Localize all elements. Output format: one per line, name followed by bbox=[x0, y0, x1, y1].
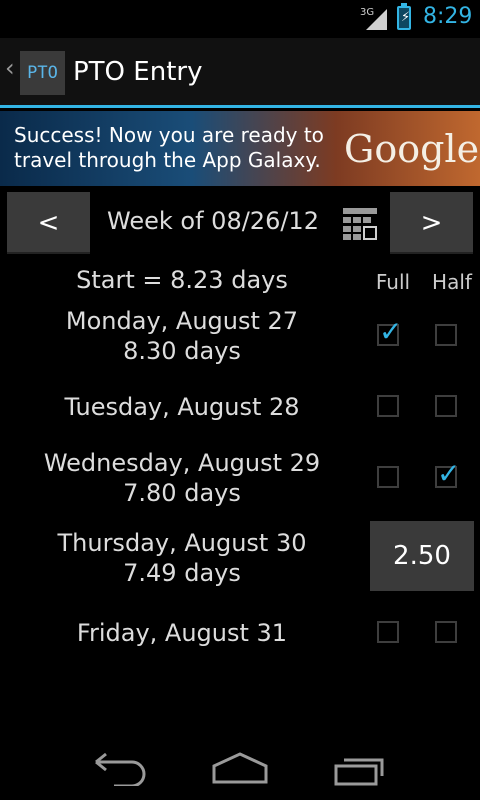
check-icon: ✓ bbox=[379, 315, 403, 348]
friday-full-checkbox[interactable] bbox=[377, 621, 399, 643]
thursday-hours-button[interactable]: 2.50 bbox=[370, 521, 474, 591]
day-label: Monday, August 27 bbox=[65, 307, 299, 335]
half-column-header: Half bbox=[432, 270, 472, 294]
day-label: Wednesday, August 29 bbox=[43, 449, 321, 477]
day-label: Tuesday, August 28 bbox=[64, 393, 300, 421]
monday-full-checkbox[interactable]: ✓ bbox=[377, 316, 402, 348]
home-icon[interactable] bbox=[212, 750, 268, 786]
start-balance: Start = 8.23 days bbox=[76, 266, 288, 294]
day-balance: 8.30 days bbox=[123, 337, 241, 365]
action-bar: ‹ PTO PTO Entry bbox=[0, 38, 480, 108]
day-row-tuesday: Tuesday, August 28 bbox=[0, 392, 364, 422]
previous-week-button[interactable]: < bbox=[7, 192, 90, 254]
wednesday-full-checkbox[interactable] bbox=[377, 466, 399, 488]
page-title: PTO Entry bbox=[73, 57, 203, 87]
day-row-monday: Monday, August 27 8.30 days bbox=[0, 306, 364, 366]
friday-half-checkbox[interactable] bbox=[435, 621, 457, 643]
back-arrow-icon[interactable] bbox=[92, 750, 148, 786]
next-week-button[interactable]: > bbox=[390, 192, 473, 254]
full-column-header: Full bbox=[375, 270, 411, 294]
day-row-friday: Friday, August 31 bbox=[0, 618, 364, 648]
day-balance: 7.49 days bbox=[123, 559, 241, 587]
day-balance: 7.80 days bbox=[123, 479, 241, 507]
wednesday-half-checkbox[interactable]: ✓ bbox=[435, 458, 460, 490]
status-bar: 3G ⚡ 8:29 bbox=[0, 0, 480, 38]
day-row-wednesday: Wednesday, August 29 7.80 days bbox=[0, 448, 364, 508]
monday-half-checkbox[interactable] bbox=[435, 324, 457, 346]
calendar-icon[interactable] bbox=[343, 208, 377, 240]
system-nav-bar bbox=[0, 740, 480, 800]
recent-apps-icon[interactable] bbox=[334, 750, 390, 786]
tuesday-full-checkbox[interactable] bbox=[377, 395, 399, 417]
tuesday-half-checkbox[interactable] bbox=[435, 395, 457, 417]
battery-charging-icon: ⚡ bbox=[397, 3, 411, 30]
ad-logo: Google bbox=[344, 127, 480, 171]
day-row-thursday: Thursday, August 30 7.49 days bbox=[0, 528, 364, 588]
up-chevron-icon[interactable]: ‹ bbox=[5, 54, 15, 82]
week-label: Week of 08/26/12 bbox=[107, 207, 319, 235]
signal-icon bbox=[366, 9, 387, 30]
app-icon[interactable]: PTO bbox=[20, 51, 65, 95]
check-icon: ✓ bbox=[437, 457, 461, 490]
ad-banner[interactable]: Success! Now you are ready to travel thr… bbox=[0, 111, 480, 186]
ad-text: Success! Now you are ready to travel thr… bbox=[14, 123, 324, 172]
status-clock: 8:29 bbox=[423, 4, 473, 29]
day-label: Thursday, August 30 bbox=[57, 529, 307, 557]
day-label: Friday, August 31 bbox=[76, 619, 288, 647]
